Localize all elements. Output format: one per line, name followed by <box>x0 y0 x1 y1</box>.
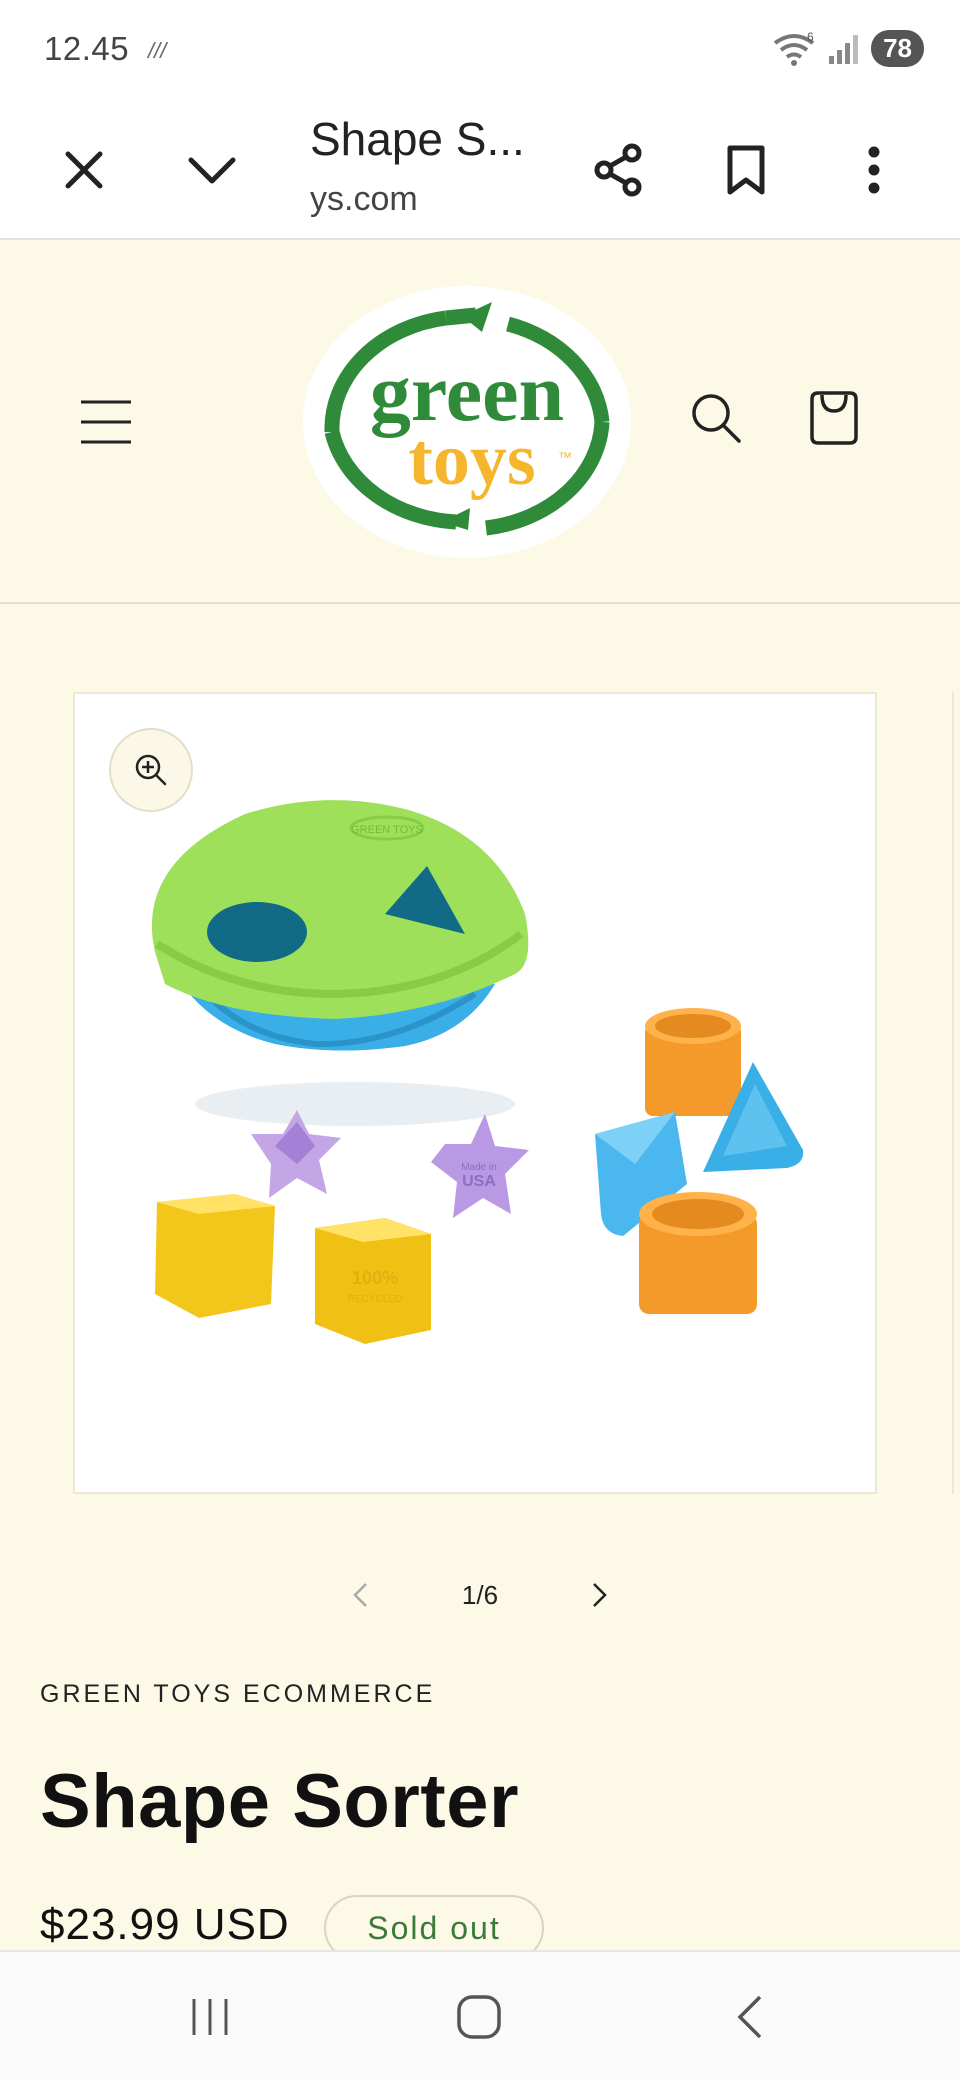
status-time: 12.45 <box>44 30 130 67</box>
product-price: $23.99 USD <box>40 1900 290 1949</box>
slide-counter: 1/6 <box>461 1579 499 1610</box>
recents-button[interactable] <box>165 1982 255 2052</box>
menu-button[interactable] <box>60 382 152 462</box>
product-gallery[interactable]: GREEN TOYS Made in USA 100% RECYCLED <box>73 692 877 1494</box>
close-button[interactable] <box>44 130 124 210</box>
wifi-badge: 6 <box>807 31 814 44</box>
zoom-in-icon <box>135 754 167 786</box>
battery-icon: 78 <box>871 30 924 67</box>
star-emboss: USA <box>462 1173 496 1190</box>
back-icon <box>737 1995 762 2039</box>
lid-emboss: GREEN TOYS <box>351 824 423 836</box>
bookmark-icon <box>727 145 765 195</box>
zoom-button[interactable] <box>109 728 193 812</box>
logo-text-toys: toys <box>408 419 535 501</box>
home-button[interactable] <box>434 1982 524 2052</box>
share-icon <box>594 143 642 197</box>
menu-icon <box>81 400 131 444</box>
page-url[interactable]: ys.com <box>310 180 418 219</box>
home-icon <box>457 1995 501 2039</box>
product-vendor: GREEN TOYS ECOMMERCE <box>40 1680 436 1708</box>
network-activity-icon: /// <box>148 38 167 63</box>
cube-emboss: 100% <box>352 1268 398 1288</box>
gallery-pager: 1/6 <box>340 1560 620 1630</box>
browser-toolbar: Shape S... ys.com <box>0 100 960 240</box>
cart-icon <box>810 391 858 445</box>
site-header: green toys ™ <box>0 242 960 604</box>
page-title[interactable]: Shape S... <box>310 112 525 166</box>
more-button[interactable] <box>834 130 914 210</box>
bookmark-button[interactable] <box>706 130 786 210</box>
recents-icon <box>192 1999 228 2035</box>
chevron-down-icon <box>188 157 236 184</box>
system-nav-bar <box>0 1950 960 2080</box>
logo-tm: ™ <box>558 449 572 465</box>
back-button[interactable] <box>704 1982 794 2052</box>
site-logo[interactable]: green toys ™ <box>296 282 638 562</box>
status-icons: 6 78 <box>771 30 924 67</box>
star-emboss-top: Made in <box>461 1162 497 1173</box>
signal-icon <box>829 34 859 64</box>
green-toys-logo: green toys ™ <box>303 286 631 558</box>
chevron-right-icon <box>593 1583 607 1607</box>
expand-button[interactable] <box>172 130 252 210</box>
search-button[interactable] <box>676 370 756 466</box>
product-image[interactable]: GREEN TOYS Made in USA 100% RECYCLED <box>75 694 877 1494</box>
more-vert-icon <box>868 146 880 194</box>
chevron-left-icon <box>353 1583 367 1607</box>
cube-emboss-sub: RECYCLED <box>348 1294 402 1305</box>
share-button[interactable] <box>578 130 658 210</box>
close-icon <box>65 151 103 189</box>
next-slide-button[interactable] <box>580 1570 620 1620</box>
status-bar: 12.45 /// 6 78 <box>0 0 960 100</box>
wifi-icon: 6 <box>773 31 815 66</box>
prev-slide-button[interactable] <box>340 1570 380 1620</box>
next-slide-peek <box>952 692 960 1494</box>
product-title: Shape Sorter <box>40 1759 520 1844</box>
cart-button[interactable] <box>794 370 874 466</box>
search-icon <box>692 394 741 443</box>
